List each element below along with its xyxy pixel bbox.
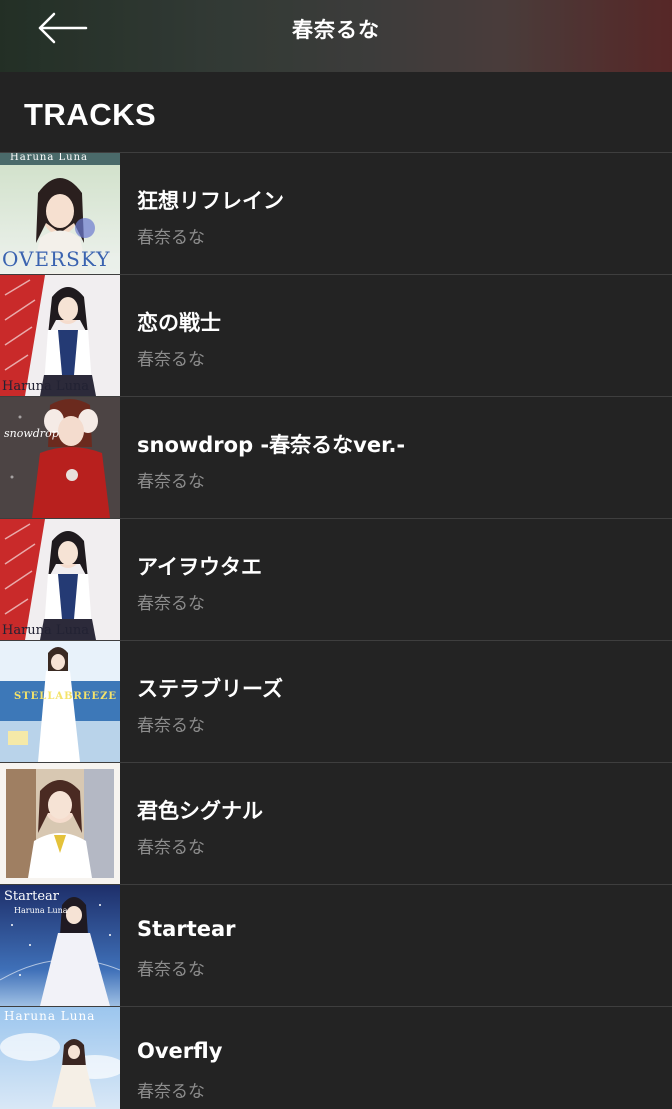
- track-title: Startear: [137, 917, 236, 941]
- track-artist: 春奈るな: [137, 350, 205, 370]
- track-row[interactable]: Haruna Luna Overfly 春奈るな: [0, 1007, 672, 1109]
- track-artist: 春奈るな: [137, 594, 205, 614]
- cover-label: Haruna Luna: [2, 379, 90, 394]
- track-list: Haruna Luna OVERSKY 狂想リフレイン 春奈るな Haruna …: [0, 153, 672, 1109]
- track-row[interactable]: Startear Haruna Luna Startear 春奈るな: [0, 885, 672, 1007]
- track-title: Overfly: [137, 1039, 223, 1063]
- track-artist: 春奈るな: [137, 228, 205, 248]
- cover-top-text: Haruna Luna: [10, 153, 88, 163]
- cover-label: STELLABREEZE: [14, 691, 118, 702]
- track-row[interactable]: STELLABREEZE ステラブリーズ 春奈るな: [0, 641, 672, 763]
- track-title: 君色シグナル: [137, 799, 263, 823]
- cover-sub-label: Haruna Luna: [14, 906, 68, 915]
- album-cover: Haruna Luna: [0, 519, 120, 640]
- track-row[interactable]: 君色シグナル 春奈るな: [0, 763, 672, 885]
- track-artist: 春奈るな: [137, 716, 205, 736]
- top-bar: 春奈るな: [0, 0, 672, 72]
- track-artist: 春奈るな: [137, 960, 205, 980]
- track-title: 恋の戦士: [137, 311, 221, 335]
- album-cover: STELLABREEZE: [0, 641, 120, 762]
- cover-label: OVERSKY: [2, 247, 111, 271]
- track-artist: 春奈るな: [137, 838, 205, 858]
- track-title: snowdrop -春奈るなver.-: [137, 433, 406, 457]
- album-cover: Haruna Luna: [0, 1007, 120, 1109]
- track-row[interactable]: Haruna Luna 恋の戦士 春奈るな: [0, 275, 672, 397]
- cover-label: snowdrop: [4, 427, 59, 440]
- album-cover: snowdrop: [0, 397, 120, 518]
- cover-label: Startear: [4, 889, 59, 904]
- album-cover: Haruna Luna: [0, 275, 120, 396]
- album-cover: [0, 763, 120, 884]
- track-row[interactable]: snowdrop snowdrop -春奈るなver.- 春奈るな: [0, 397, 672, 519]
- section-title: TRACKS: [24, 97, 157, 132]
- track-artist: 春奈るな: [137, 472, 205, 492]
- app-screen: 春奈るな TRACKS Haruna Luna OVERSKY 狂想リフレイン …: [0, 0, 672, 1109]
- album-cover: Startear Haruna Luna: [0, 885, 120, 1006]
- track-row[interactable]: Haruna Luna OVERSKY 狂想リフレイン 春奈るな: [0, 153, 672, 275]
- cover-label: Haruna Luna: [4, 1009, 96, 1023]
- page-title: 春奈るな: [292, 18, 380, 42]
- track-title: 狂想リフレイン: [137, 189, 284, 213]
- track-artist: 春奈るな: [137, 1082, 205, 1102]
- track-title: アイヲウタエ: [137, 555, 262, 579]
- track-title: ステラブリーズ: [137, 677, 283, 701]
- track-row[interactable]: Haruna Luna アイヲウタエ 春奈るな: [0, 519, 672, 641]
- cover-label: Haruna Luna: [2, 623, 90, 638]
- album-cover: Haruna Luna OVERSKY: [0, 153, 120, 274]
